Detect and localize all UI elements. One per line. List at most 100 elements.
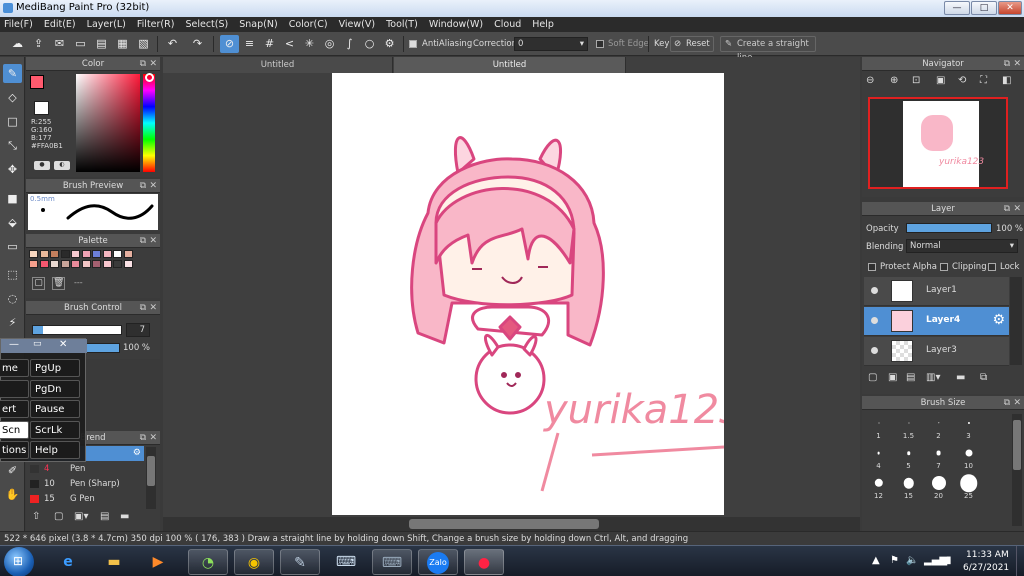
- navigator-preview[interactable]: yurika123: [868, 97, 1008, 189]
- brush-add-icon[interactable]: ⇧: [32, 511, 40, 522]
- osk-key-pause[interactable]: Pause: [30, 400, 80, 418]
- new-brush-icon[interactable]: ▢: [54, 511, 63, 522]
- duplicate-layer-icon[interactable]: ⧉: [980, 372, 987, 383]
- snap-curve-icon[interactable]: ∫: [340, 35, 359, 53]
- brush-menu-icon[interactable]: ▣▾: [74, 511, 88, 522]
- undock-icon[interactable]: ⧉: [140, 57, 146, 71]
- new-palette-icon[interactable]: ▢: [32, 277, 45, 290]
- snap-off-icon[interactable]: ⊘: [220, 35, 239, 53]
- gear-icon[interactable]: ⚙: [133, 446, 141, 461]
- action-center-icon[interactable]: ⚑: [890, 555, 899, 566]
- start-button[interactable]: ⊞: [4, 547, 34, 576]
- menu-snap[interactable]: Snap(N): [235, 17, 281, 32]
- minimize-button[interactable]: —: [944, 1, 970, 15]
- zalo-icon[interactable]: Zalo: [418, 549, 458, 575]
- fullscreen-icon[interactable]: ⛶: [980, 75, 987, 86]
- osk-key-scrlk[interactable]: ScrLk: [30, 421, 80, 439]
- straight-line-button[interactable]: ✎Create a straight line: [720, 36, 816, 63]
- brush-item-pen-sharp[interactable]: 10 Pen (Sharp): [28, 477, 144, 491]
- snap-perspective-icon[interactable]: <: [280, 35, 299, 53]
- osk-key-pgdn[interactable]: PgDn: [30, 380, 80, 398]
- undock-icon[interactable]: ⧉: [140, 179, 146, 193]
- gradient-tool-icon[interactable]: ▭: [3, 237, 22, 256]
- menu-cloud[interactable]: Cloud: [490, 17, 525, 32]
- magic-wand-tool-icon[interactable]: ⚡: [3, 313, 22, 332]
- brush-size-option[interactable]: 10: [954, 442, 983, 471]
- palette-swatch[interactable]: [81, 260, 91, 268]
- palette-swatch[interactable]: [50, 260, 59, 268]
- palette-swatch[interactable]: [92, 260, 101, 268]
- clock-date[interactable]: 6/27/2021: [963, 563, 1009, 573]
- paint-icon[interactable]: ✎: [280, 549, 320, 575]
- eye-icon[interactable]: [871, 347, 878, 354]
- eye-icon[interactable]: [871, 287, 878, 294]
- layer-menu-icon[interactable]: ▥▾: [926, 372, 940, 383]
- palette-swatch[interactable]: [39, 260, 49, 268]
- brush-size-option[interactable]: 1: [864, 412, 893, 441]
- menu-edit[interactable]: Edit(E): [40, 17, 80, 32]
- menu-file[interactable]: File(F): [0, 17, 37, 32]
- undock-icon[interactable]: ⧉: [140, 301, 146, 315]
- brush-item-pen[interactable]: 4 Pen: [28, 462, 144, 476]
- undock-icon[interactable]: ⧉: [1004, 202, 1010, 216]
- undock-icon[interactable]: ⧉: [140, 234, 146, 248]
- palette-swatch[interactable]: [102, 250, 112, 258]
- material-icon[interactable]: ▧: [134, 35, 153, 53]
- brush-settings-icon[interactable]: ▤: [100, 511, 109, 522]
- snap-radial-icon[interactable]: ✳: [300, 35, 319, 53]
- scroll-thumb[interactable]: [409, 519, 599, 529]
- palette-swatch[interactable]: [113, 260, 122, 268]
- panel-close-icon[interactable]: ✕: [149, 431, 157, 445]
- osk-key-options[interactable]: tions: [0, 441, 29, 459]
- actual-size-icon[interactable]: ▣: [936, 75, 945, 86]
- share-icon[interactable]: ⇪: [29, 35, 48, 53]
- flip-icon[interactable]: ◧: [1002, 75, 1011, 86]
- eraser-tool-icon[interactable]: ◇: [3, 88, 22, 107]
- undock-icon[interactable]: ⧉: [1004, 396, 1010, 410]
- panel-close-icon[interactable]: ✕: [149, 179, 157, 193]
- lasso-tool-icon[interactable]: ◌: [3, 289, 22, 308]
- palette-swatch[interactable]: [60, 250, 70, 258]
- rectangle-tool-icon[interactable]: □: [3, 112, 22, 131]
- panel-close-icon[interactable]: ✕: [149, 57, 157, 71]
- app-icon-green[interactable]: ◔: [188, 549, 228, 575]
- trash-icon[interactable]: 🗑: [52, 277, 65, 290]
- clock-time[interactable]: 11:33 AM: [966, 550, 1009, 560]
- osk-key-prtscn[interactable]: Scn: [0, 421, 29, 439]
- brush-size-option[interactable]: 4: [864, 442, 893, 471]
- snap-grid-icon[interactable]: #: [260, 35, 279, 53]
- menu-color[interactable]: Color(C): [285, 17, 332, 32]
- panel-close-icon[interactable]: ✕: [1013, 396, 1021, 410]
- brush-size-slider[interactable]: [32, 325, 122, 335]
- undo-icon[interactable]: ↶: [163, 35, 182, 53]
- zoom-in-icon[interactable]: ⊕: [890, 75, 898, 86]
- brush-size-option[interactable]: 25: [954, 472, 983, 501]
- file-explorer-icon[interactable]: ▬: [94, 549, 134, 575]
- layer-row-layer3[interactable]: Layer3: [864, 337, 1009, 366]
- select-tool-icon[interactable]: ⬚: [3, 265, 22, 284]
- eyedropper-tool-icon[interactable]: ✐: [3, 461, 22, 480]
- panel-close-icon[interactable]: ✕: [1013, 57, 1021, 71]
- menu-window[interactable]: Window(W): [425, 17, 487, 32]
- show-hidden-icons[interactable]: ▲: [872, 555, 880, 566]
- palette-swatch[interactable]: [102, 260, 112, 268]
- osk-key-help[interactable]: Help: [30, 441, 80, 459]
- soft-edge-checkbox[interactable]: [596, 39, 604, 49]
- keyboard-language-icon[interactable]: ⌨: [326, 549, 366, 575]
- layer-row-layer1[interactable]: Layer1: [864, 277, 1009, 306]
- hand-tool-icon[interactable]: ✋: [3, 485, 22, 504]
- brush-size-option[interactable]: 20: [924, 472, 953, 501]
- new-layer-icon[interactable]: ▢: [868, 372, 877, 383]
- on-screen-keyboard-icon[interactable]: ⌨: [372, 549, 412, 575]
- antialiasing-checkbox[interactable]: [409, 39, 417, 49]
- snap-parallel-icon[interactable]: ≡: [240, 35, 259, 53]
- brush-size-value[interactable]: 7: [126, 323, 150, 337]
- move-tool-icon[interactable]: ✥: [3, 160, 22, 179]
- brush-size-option[interactable]: 5: [894, 442, 923, 471]
- fill-tool-icon[interactable]: ■: [3, 189, 22, 208]
- medibang-icon[interactable]: ●: [464, 549, 504, 575]
- gear-icon[interactable]: ⚙: [992, 312, 1005, 328]
- layer-scrollbar[interactable]: [1010, 277, 1022, 365]
- new-layer-8bit-icon[interactable]: ▣: [888, 372, 897, 383]
- correction-select[interactable]: 0 ▾: [514, 37, 588, 51]
